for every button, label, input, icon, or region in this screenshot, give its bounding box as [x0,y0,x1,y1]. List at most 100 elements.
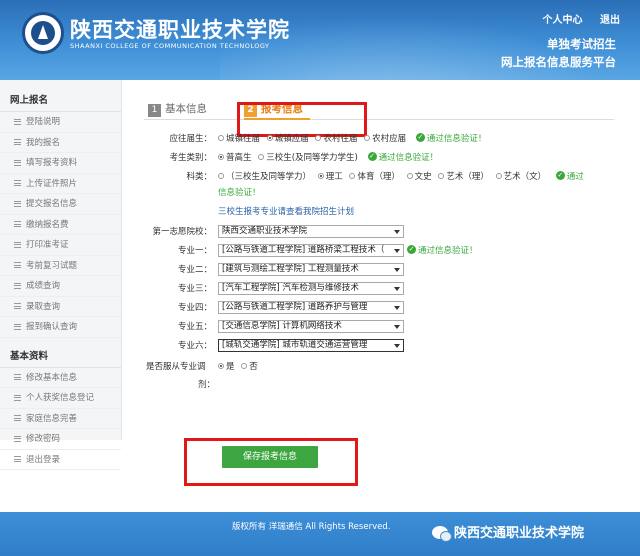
tab-bar: 1 基本信息 2 报考信息 [144,98,614,137]
sidebar-item-my-registration[interactable]: 我的报名 [0,133,121,153]
list-icon [14,394,21,401]
major-1-select[interactable]: [公路与铁道工程学院] 道路桥梁工程技术（ [218,244,404,257]
list-icon [14,323,21,330]
site-header: 陕西交通职业技术学院 SHAANXI COLLEGE OF COMMUNICAT… [0,0,640,80]
sidebar-section-title: 网上报名 [0,90,121,112]
graduate-type-label: 应往届生： [169,134,212,144]
adjust-label: 是否服从专业调 [146,362,206,372]
school-name: 陕西交通职业技术学院 [70,17,290,42]
sidebar-item-score-query[interactable]: 成绩查询 [0,276,121,297]
major-label: 专业四： [177,303,212,313]
radio-subject-art-lib[interactable]: 艺术（文） [495,172,546,182]
sidebar-item-edit-basic[interactable]: 修改基本信息 [0,368,121,388]
radio-adjust-no[interactable]: 否 [241,362,258,372]
check-icon: ✓ [415,133,425,142]
list-icon [14,180,21,186]
sidebar-item-fill-info[interactable]: 填写报考资料 [0,153,121,174]
site-footer: 版权所有 洋瑞通信 All Rights Reserved. 陕西交通职业技术学… [0,512,640,556]
major-5-select[interactable]: [交通信息学院] 计算机网络技术 [218,320,404,333]
check-icon: ✓ [367,152,377,161]
top-links: 个人中心 退出 [529,11,620,26]
chevron-down-icon [394,325,400,329]
sidebar-section-profile: 修改基本信息 个人获奖信息登记 家庭信息完善 修改密码 退出登录 [0,368,121,470]
platform-title-line1: 单独考试招生 [547,37,616,51]
radio-adjust-yes[interactable]: 是 [218,362,235,372]
list-icon [14,435,21,442]
chevron-down-icon [394,249,400,253]
subject-label: 科类： [186,172,212,182]
radio-urban-current[interactable]: 城镇应届 [266,134,309,144]
copyright-text: 版权所有 洋瑞通信 All Rights Reserved. [232,522,391,532]
sidebar-item-print-ticket[interactable]: 打印准考证 [0,235,121,256]
verify-status: 通过信息验证！ [378,153,439,163]
platform-title: 单独考试招生 网上报名信息服务平台 [501,35,616,71]
sidebar-item-awards[interactable]: 个人获奖信息登记 [0,388,121,409]
major-6-select[interactable]: [城轨交通学院] 城市轨道交通运营管理 [218,339,404,352]
list-icon [14,118,21,125]
sidebar: 网上报名 登陆说明 我的报名 填写报考资料 上传证件照片 提交报名信息 缴纳报名… [0,80,122,470]
radio-subject-arts[interactable]: 文史 [406,172,432,182]
sidebar-section-online: 登陆说明 我的报名 填写报考资料 上传证件照片 提交报名信息 缴纳报名费 打印准… [0,112,121,338]
radio-vocational[interactable]: 三校生(及同等学力学生) [258,153,358,163]
sidebar-item-family-info[interactable]: 家庭信息完善 [0,409,121,429]
sidebar-item-login-guide[interactable]: 登陆说明 [0,112,121,133]
main-area: 网上报名 登陆说明 我的报名 填写报考资料 上传证件照片 提交报名信息 缴纳报名… [0,80,640,512]
enrollment-plan-link[interactable]: 三校生报考专业请查看我院招生计划 [218,205,354,217]
wechat-watermark: 陕西交通职业技术学院 [432,522,584,542]
wechat-icon [432,526,452,542]
first-choice-label: 第一志愿院校： [152,227,212,237]
adjust-label-cont: 剂： [198,380,216,390]
major-3-select[interactable]: [汽车工程学院] 汽车检测与维修技术 [218,282,404,295]
sidebar-item-admission-query[interactable]: 录取查询 [0,297,121,317]
sidebar-item-upload-photo[interactable]: 上传证件照片 [0,174,121,194]
list-icon [14,415,21,421]
major-2-select[interactable]: [建筑与测绘工程学院] 工程测量技术 [218,263,404,276]
tab-basic-info[interactable]: 1 基本信息 [148,98,207,120]
check-icon: ✓ [407,245,416,254]
major-label: 专业六： [177,341,212,351]
major-4-select[interactable]: [公路与铁道工程学院] 道路养护与管理 [218,301,404,314]
major-label: 专业一： [177,246,212,256]
check-icon: ✓ [555,171,565,180]
major-label: 专业二： [177,265,212,275]
sidebar-item-checkin-query[interactable]: 报到确认查询 [0,317,121,338]
verify-status: 通过 [566,172,584,182]
radio-urban-prev[interactable]: 城镇往届 [218,134,260,144]
chevron-down-icon [394,287,400,291]
radio-subject-vocational[interactable]: （三校生及同等学力） [218,172,311,182]
sidebar-item-pay-fee[interactable]: 缴纳报名费 [0,215,121,235]
list-icon [14,374,21,380]
logout-link[interactable]: 退出 [600,15,620,26]
candidate-type-label: 考生类别： [169,153,212,163]
sidebar-item-change-password[interactable]: 修改密码 [0,429,121,450]
list-icon [14,456,21,462]
sidebar-section-title: 基本资料 [0,346,121,368]
major-label: 专业五： [177,322,212,332]
sidebar-item-review-questions[interactable]: 考前复习试题 [0,256,121,276]
chevron-down-icon [394,344,400,348]
chevron-down-icon [394,306,400,310]
list-icon [14,221,21,227]
sidebar-item-submit-info[interactable]: 提交报名信息 [0,194,121,215]
list-icon [14,159,21,166]
school-name-en: SHAANXI COLLEGE OF COMMUNICATION TECHNOL… [70,42,270,50]
verify-status: 通过信息验证！ [418,246,478,256]
radio-subject-art-sci[interactable]: 艺术（理） [438,172,489,182]
verify-status-continued: 信息验证！ [218,188,261,198]
first-choice-select[interactable]: 陕西交通职业技术学院 [218,225,404,238]
radio-subject-pe[interactable]: 体育（理） [349,172,400,182]
list-icon [14,262,21,268]
list-icon [14,303,21,309]
radio-rural-prev[interactable]: 农村往届 [315,134,357,144]
list-icon [14,200,21,207]
chevron-down-icon [394,230,400,234]
user-center-link[interactable]: 个人中心 [543,15,583,26]
radio-rural-current[interactable]: 农村应届 [364,134,406,144]
sidebar-item-logout[interactable]: 退出登录 [0,450,121,470]
list-icon [14,139,21,145]
school-logo-icon [22,12,64,54]
radio-regular-hs[interactable]: 普高生 [218,153,252,163]
platform-title-line2: 网上报名信息服务平台 [501,55,616,69]
highlight-box-save [184,438,358,486]
radio-subject-science[interactable]: 理工 [317,172,343,182]
